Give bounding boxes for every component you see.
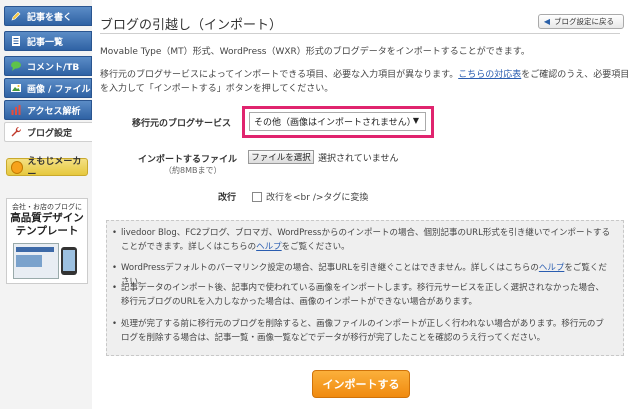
import-button[interactable]: インポートする (312, 370, 410, 398)
emoji-maker-button[interactable]: えもじメーカー (6, 157, 88, 180)
sidebar-item-articles[interactable]: 記事一覧 (4, 31, 92, 51)
note-text: WordPressデフォルトのパーマリンク設定の場合、記事URLを引き継ぐことは… (121, 263, 539, 273)
mobile-preview-image (61, 247, 77, 275)
service-select[interactable]: その他（画像はインポートされません） ▼ (249, 112, 426, 131)
sidebar-item-comments[interactable]: コメント/TB (4, 56, 92, 76)
banner-line2: テンプレート (15, 225, 79, 237)
intro-text-2: 移行元のブログサービスによってインポートできる項目、必要な入力項目が異なります。… (100, 68, 630, 96)
sidebar-item-label: ブログ設定 (27, 128, 73, 139)
sidebar-item-files[interactable]: 画像 / ファイル (4, 78, 92, 98)
sidebar-item-label: コメント/TB (27, 62, 80, 73)
banner-small-text: 会社・お店のブログに (12, 203, 82, 211)
sidebar-item-analytics[interactable]: アクセス解析 (4, 100, 92, 120)
bullet: • (112, 263, 118, 273)
service-label: 移行元のブログサービス (132, 119, 232, 129)
note-item: • 処理が完了する前に移行元のブログを削除すると、画像ファイルのインポートが正しく… (112, 317, 611, 345)
sidebar-item-label: 記事を書く (27, 12, 73, 23)
note-item: • livedoor Blog、FC2ブログ、ブロマガ、WordPressからのイ… (112, 226, 611, 254)
back-to-settings-button[interactable]: ◀ ブログ設定に戻る (538, 14, 624, 29)
emoji-maker-label: えもじメーカー (27, 157, 82, 180)
wrench-icon (9, 125, 23, 139)
compatibility-table-link[interactable]: こちらの対応表 (458, 70, 521, 80)
note-text: 処理が完了する前に移行元のブログを削除すると、画像ファイルのインポートが正しく行… (121, 319, 604, 343)
linebreak-label: 改行 (218, 193, 237, 203)
br-convert-checkbox[interactable] (252, 192, 262, 202)
document-icon (9, 34, 23, 48)
note-text: 記事データのインポート後、記事内で使われている画像をインポートします。移行元サー… (121, 283, 604, 307)
title-divider (100, 33, 620, 34)
template-banner[interactable]: 会社・お店のブログに 高品質デザイン テンプレート (6, 198, 88, 284)
note-text: livedoor Blog、FC2ブログ、ブロマガ、WordPressからのイン… (121, 228, 611, 252)
notes-box: • livedoor Blog、FC2ブログ、ブロマガ、WordPressからのイ… (106, 220, 624, 356)
caret-down-icon: ▼ (412, 116, 419, 125)
br-convert-label[interactable]: 改行を<br />タグに変換 (266, 190, 368, 203)
sidebar-item-label: 記事一覧 (27, 37, 64, 48)
image-icon (9, 81, 23, 95)
file-status: 選択されていません (318, 154, 399, 164)
sidebar-item-label: 画像 / ファイル (27, 84, 91, 95)
file-size-note: （約8MBまで） (164, 166, 222, 175)
smiley-icon (11, 160, 24, 174)
choose-file-button[interactable]: ファイルを選択 (248, 150, 314, 164)
help-link[interactable]: ヘルプ (256, 242, 282, 252)
desktop-preview-image (13, 243, 59, 279)
main-content: ブログの引越し（インポート） ◀ ブログ設定に戻る Movable Type（M… (92, 0, 640, 409)
sidebar-item-blog-settings[interactable]: ブログ設定 (4, 122, 92, 142)
bar-chart-icon (9, 103, 23, 117)
banner-line1: 高品質デザイン (10, 212, 84, 224)
sidebar-item-write[interactable]: 記事を書く (4, 6, 92, 26)
banner-thumbnails (13, 243, 81, 279)
page-title: ブログの引越し（インポート） (100, 18, 283, 33)
intro2-text: 移行元のブログサービスによってインポートできる項目、必要な入力項目が異なります。 (100, 70, 459, 80)
bullet: • (112, 319, 118, 329)
service-select-value: その他（画像はインポートされません） (254, 118, 416, 128)
intro-text: Movable Type（MT）形式、WordPress（WXR）形式のブログデ… (100, 47, 530, 57)
speech-bubble-icon (9, 59, 23, 73)
bullet: • (112, 283, 118, 293)
note-text-after: をご覧ください。 (281, 242, 350, 252)
bullet: • (112, 228, 118, 238)
file-label: インポートするファイル (138, 155, 238, 165)
sidebar: 記事を書く 記事一覧 コメント/TB 画像 / ファイル アクセス解析 ブログ設… (0, 0, 92, 409)
note-item: • 記事データのインポート後、記事内で使われている画像をインポートします。移行元サ… (112, 281, 611, 309)
back-button-label: ブログ設定に戻る (554, 17, 614, 26)
help-link[interactable]: ヘルプ (539, 263, 565, 273)
pencil-icon (9, 9, 23, 23)
arrow-left-icon: ◀ (543, 17, 551, 26)
sidebar-item-label: アクセス解析 (27, 106, 81, 117)
